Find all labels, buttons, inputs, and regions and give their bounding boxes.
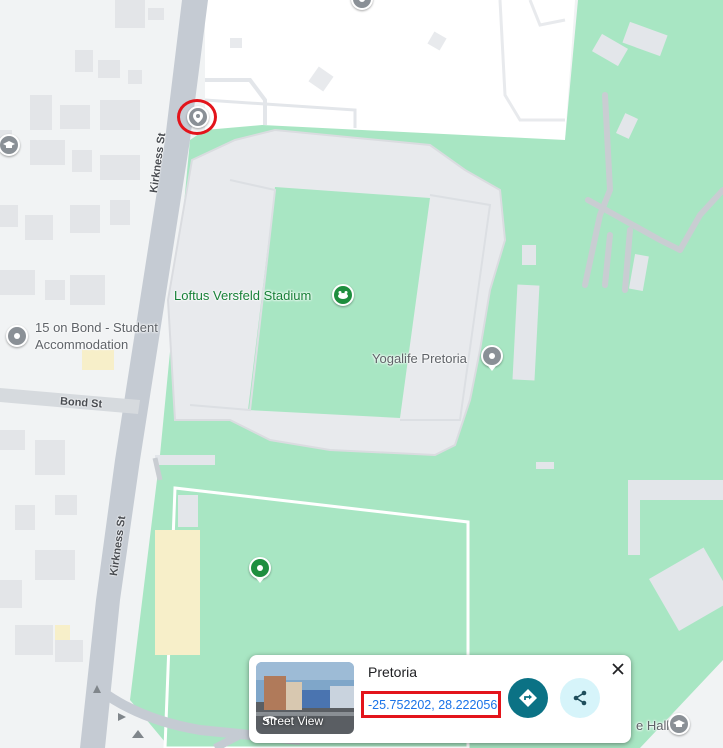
stadium-pin[interactable]: [332, 284, 354, 306]
stadium-icon: [338, 291, 348, 299]
place-dot-icon: [257, 565, 263, 571]
hall-partial-label[interactable]: e Hall: [636, 718, 669, 733]
location-info-card: Street View Pretoria -25.752202, 28.2220…: [249, 655, 631, 743]
accommodation-label-line1[interactable]: 15 on Bond - Student: [35, 320, 158, 335]
accommodation-pin[interactable]: [6, 325, 28, 347]
street-view-label: Street View: [262, 714, 323, 728]
school-icon: [3, 141, 15, 148]
share-icon: [573, 690, 587, 706]
yogalife-label[interactable]: Yogalife Pretoria: [372, 351, 467, 366]
directions-button[interactable]: [508, 678, 548, 718]
map-canvas[interactable]: [0, 0, 723, 748]
share-button[interactable]: [560, 678, 600, 718]
location-pin-icon: [193, 111, 203, 123]
school-icon: [673, 720, 685, 727]
place-dot-icon: [14, 333, 20, 339]
place-dot-icon: [489, 353, 495, 359]
street-view-icon: [263, 716, 277, 724]
close-icon: [612, 663, 624, 675]
dropped-location-marker[interactable]: [187, 106, 209, 128]
accommodation-label-line2[interactable]: Accommodation: [35, 337, 128, 352]
close-button[interactable]: [608, 659, 628, 679]
place-dot-icon: [359, 0, 365, 2]
coordinates-text[interactable]: -25.752202, 28.222056: [368, 698, 497, 712]
stadium-label[interactable]: Loftus Versfeld Stadium: [174, 288, 311, 303]
yogalife-pin[interactable]: [481, 345, 503, 367]
hall-pin[interactable]: [668, 713, 690, 735]
directions-icon: [519, 689, 537, 707]
card-title: Pretoria: [368, 664, 418, 680]
park-green-pin[interactable]: [249, 557, 271, 579]
street-view-thumbnail[interactable]: Street View: [256, 662, 354, 734]
